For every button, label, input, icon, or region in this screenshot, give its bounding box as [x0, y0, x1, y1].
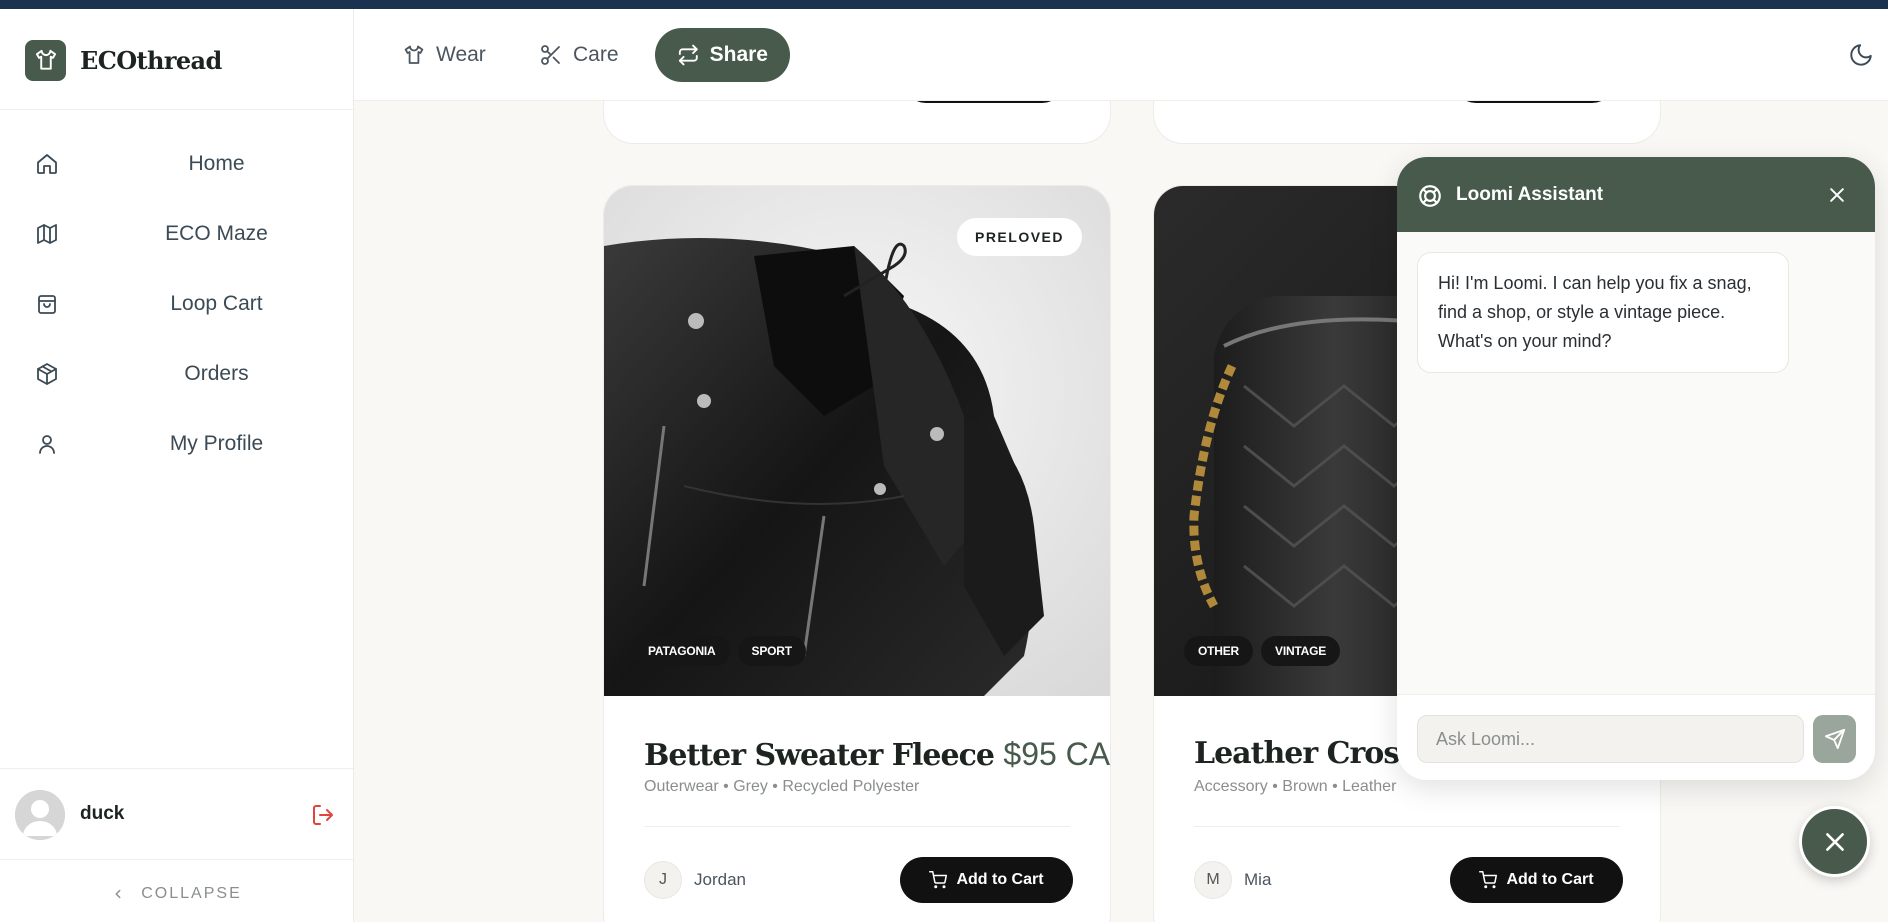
- sidebar-item-home[interactable]: Home: [0, 129, 353, 199]
- cart-icon: [929, 871, 948, 889]
- user-panel: duck: [0, 768, 353, 860]
- chat-header: Loomi Assistant: [1397, 157, 1875, 232]
- add-to-cart-button[interactable]: [1454, 101, 1614, 103]
- category-tag: SPORT: [737, 636, 806, 666]
- product-meta: Outerwear • Grey • Recycled Polyester: [644, 778, 920, 795]
- repeat-icon: [678, 44, 698, 66]
- assistant-chat-panel: Loomi Assistant Hi! I'm Loomi. I can hel…: [1397, 157, 1875, 780]
- preloved-badge: PRELOVED: [956, 218, 1082, 256]
- shirt-logo-icon: [25, 39, 66, 81]
- category-tag: VINTAGE: [1261, 636, 1341, 666]
- divider: [644, 826, 1070, 827]
- divider: [1194, 826, 1620, 827]
- scissors-icon: [541, 45, 560, 65]
- chat-input[interactable]: [1417, 715, 1804, 763]
- product-price: $95 CAD: [1003, 736, 1111, 772]
- seller-avatar: M: [1194, 861, 1232, 899]
- chat-messages: Hi! I'm Loomi. I can help you fix a snag…: [1397, 232, 1875, 694]
- tab-wear[interactable]: Wear: [380, 28, 508, 82]
- close-icon[interactable]: [1827, 185, 1847, 205]
- add-to-cart-label: Add to Cart: [956, 871, 1044, 888]
- chevron-left-icon: [111, 887, 125, 901]
- brand-name: ECOthread: [80, 45, 222, 75]
- assistant-logo-icon: [1417, 183, 1443, 209]
- tag-list: OTHER VINTAGE: [1184, 636, 1348, 666]
- top-nav: Wear Care Share: [354, 9, 1888, 101]
- sidebar-item-my-profile[interactable]: My Profile: [0, 409, 353, 479]
- chat-composer: [1397, 694, 1875, 780]
- browser-top-strip: [0, 0, 1888, 9]
- product-image: PRELOVED PATAGONIA SPORT: [604, 186, 1110, 696]
- moon-icon[interactable]: [1848, 42, 1874, 68]
- tab-label: Care: [573, 43, 619, 66]
- add-to-cart-button[interactable]: Add to Cart: [1450, 857, 1623, 903]
- seller-name[interactable]: Jordan: [694, 870, 746, 890]
- package-icon: [35, 362, 59, 386]
- user-name: duck: [80, 803, 125, 824]
- send-button[interactable]: [1813, 715, 1856, 763]
- map-icon: [35, 222, 59, 246]
- sidebar-item-label: Loop Cart: [170, 292, 263, 315]
- chat-toggle-button[interactable]: [1799, 806, 1870, 877]
- add-to-cart-button[interactable]: Add to Cart: [900, 857, 1073, 903]
- user-icon: [35, 432, 59, 456]
- sidebar-item-loop-cart[interactable]: Loop Cart: [0, 269, 353, 339]
- avatar[interactable]: [15, 790, 65, 840]
- assistant-message: Hi! I'm Loomi. I can help you fix a snag…: [1417, 252, 1789, 373]
- tab-label: Share: [709, 43, 768, 66]
- tab-share[interactable]: Share: [655, 28, 790, 82]
- send-icon: [1824, 728, 1845, 750]
- shopping-bag-icon: [35, 292, 59, 316]
- collapse-button[interactable]: COLLAPSE: [0, 879, 353, 909]
- add-to-cart-label: Add to Cart: [1506, 871, 1594, 888]
- cart-icon: [1479, 871, 1498, 889]
- sidebar-item-eco-maze[interactable]: ECO Maze: [0, 199, 353, 269]
- seller-name[interactable]: Mia: [1244, 870, 1271, 890]
- add-to-cart-button[interactable]: [904, 101, 1064, 103]
- sidebar: ECOthread Home ECO Maze Loop Cart Orders…: [0, 9, 354, 922]
- sidebar-item-label: Orders: [184, 362, 249, 385]
- divider: [0, 109, 353, 110]
- tag-list: PATAGONIA SPORT: [634, 636, 814, 666]
- chat-title: Loomi Assistant: [1456, 184, 1604, 205]
- home-icon: [35, 152, 59, 176]
- tab-care[interactable]: Care: [517, 28, 641, 82]
- product-title: Better Sweater Fleece $95 CAD: [644, 736, 1111, 773]
- product-card-partial: [603, 101, 1111, 144]
- product-meta: Accessory • Brown • Leather: [1194, 778, 1397, 795]
- sidebar-item-label: My Profile: [169, 432, 264, 455]
- close-icon: [1825, 832, 1844, 851]
- product-card-partial: [1153, 101, 1661, 144]
- sidebar-nav: Home ECO Maze Loop Cart Orders My Profil…: [0, 129, 353, 479]
- sidebar-item-label: Home: [188, 152, 245, 175]
- sidebar-item-label: ECO Maze: [165, 222, 268, 245]
- logout-icon[interactable]: [311, 803, 335, 827]
- tab-label: Wear: [436, 43, 486, 66]
- shirt-icon: [404, 45, 424, 64]
- product-name: Better Sweater Fleece: [644, 738, 995, 773]
- brand-tag: PATAGONIA: [634, 636, 730, 666]
- collapse-label: COLLAPSE: [141, 885, 242, 902]
- sidebar-item-orders[interactable]: Orders: [0, 339, 353, 409]
- product-card[interactable]: PRELOVED PATAGONIA SPORT Better Sweater …: [603, 185, 1111, 922]
- seller-avatar: J: [644, 861, 682, 899]
- brand-tag: OTHER: [1184, 636, 1254, 666]
- brand[interactable]: ECOthread: [25, 39, 222, 81]
